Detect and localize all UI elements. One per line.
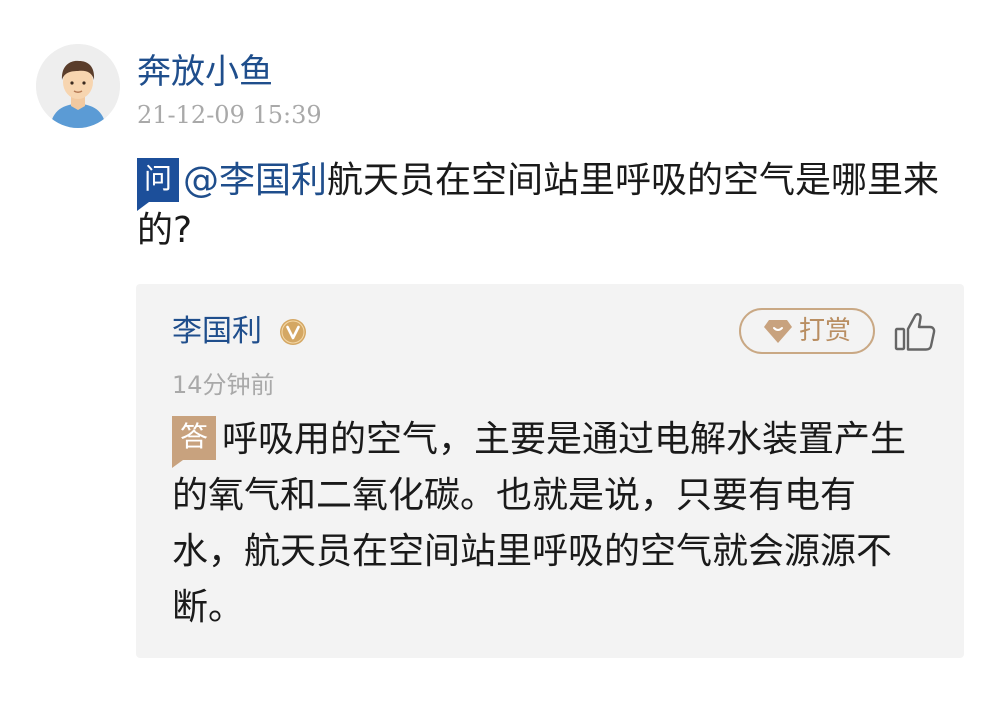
user-avatar[interactable]: [36, 44, 120, 128]
answer-time: 14分钟前: [172, 371, 275, 399]
gem-icon: [764, 320, 792, 343]
verified-v-badge-icon: [280, 319, 306, 345]
thumbs-up-icon[interactable]: [893, 310, 937, 354]
answerer-name[interactable]: 李国利: [172, 312, 262, 352]
user-avatar-icon: [36, 44, 120, 128]
user-name[interactable]: 奔放小鱼: [137, 52, 273, 92]
answer-body: 呼吸用的空气，主要是通过电解水装置产生的氧气和二氧化碳。也就是说，只要有电有水，…: [172, 419, 907, 628]
question-text: 问 @李国利航天员在空间站里呼吸的空气是哪里来的?: [137, 156, 967, 256]
mention-link[interactable]: @李国利: [183, 160, 327, 201]
answer-text: 答呼吸用的空气，主要是通过电解水装置产生的氧气和二氧化碳。也就是说，只要有电有水…: [172, 412, 922, 636]
weibo-post: 奔放小鱼 21-12-09 15:39 问 @李国利航天员在空间站里呼吸的空气是哪…: [0, 0, 1000, 707]
answer-card: 李国利 打赏 14分钟前 答呼吸用的空气，主要是通过电解水装置产生的氧气和二氧化…: [136, 284, 964, 658]
answer-badge: 答: [172, 416, 216, 468]
tip-button[interactable]: 打赏: [739, 308, 875, 354]
post-timestamp: 21-12-09 15:39: [137, 101, 322, 129]
question-badge: 问: [137, 158, 179, 211]
tip-label: 打赏: [799, 316, 852, 346]
